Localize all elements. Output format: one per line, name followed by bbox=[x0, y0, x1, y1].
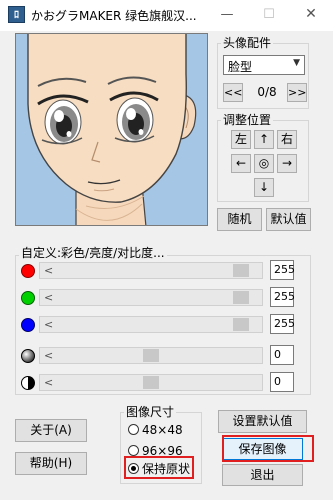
random-button[interactable]: 随机 bbox=[217, 208, 262, 231]
close-button[interactable]: ✕ bbox=[289, 0, 333, 31]
highlight-save-image bbox=[222, 435, 314, 462]
move-right-button[interactable]: → bbox=[277, 154, 297, 173]
slider-left-arrow-icon: < bbox=[44, 318, 54, 331]
image-size-title: 图像尺寸 bbox=[124, 405, 177, 419]
blue-slider[interactable]: < bbox=[39, 316, 263, 333]
minimize-button[interactable]: — bbox=[205, 0, 249, 31]
title-bar[interactable]: ﾛ かおグラMAKER 绿色旗舰汉... — ☐ ✕ bbox=[0, 0, 333, 31]
face-illustration bbox=[16, 34, 207, 225]
move-up-button[interactable]: ↑ bbox=[254, 130, 274, 149]
next-part-button[interactable]: >> bbox=[287, 83, 307, 102]
parts-counter: 0/8 bbox=[257, 85, 277, 99]
default-button[interactable]: 默认值 bbox=[266, 208, 311, 231]
parts-select-value: 脸型 bbox=[228, 60, 253, 74]
help-button[interactable]: 帮助(H) bbox=[15, 452, 87, 475]
blue-value[interactable]: 255 bbox=[270, 314, 295, 334]
radio-icon bbox=[128, 424, 139, 435]
about-button[interactable]: 关于(A) bbox=[15, 419, 87, 442]
radio-icon bbox=[128, 445, 139, 456]
exit-button[interactable]: 退出 bbox=[222, 464, 303, 486]
brightness-icon bbox=[21, 349, 35, 363]
brightness-value[interactable]: 0 bbox=[270, 345, 294, 365]
green-slider[interactable]: < bbox=[39, 289, 263, 306]
red-slider-thumb[interactable] bbox=[233, 264, 249, 277]
turn-right-button[interactable]: 右 bbox=[277, 130, 297, 149]
app-icon: ﾛ bbox=[8, 6, 25, 23]
green-slider-thumb[interactable] bbox=[233, 291, 249, 304]
chevron-down-icon: ▼ bbox=[293, 58, 300, 68]
maximize-button: ☐ bbox=[263, 7, 275, 22]
red-swatch-icon bbox=[21, 264, 35, 278]
prev-part-button[interactable]: << bbox=[223, 83, 243, 102]
size-option-48-label: 48×48 bbox=[142, 423, 183, 437]
parts-select[interactable]: 脸型 ▼ bbox=[223, 55, 305, 75]
parts-title: 头像配件 bbox=[221, 36, 274, 50]
blue-slider-thumb[interactable] bbox=[233, 318, 249, 331]
position-title: 调整位置 bbox=[221, 113, 274, 127]
slider-left-arrow-icon: < bbox=[44, 291, 54, 304]
slider-left-arrow-icon: < bbox=[44, 376, 54, 389]
red-slider[interactable]: < bbox=[39, 262, 263, 279]
red-value[interactable]: 255 bbox=[270, 260, 295, 280]
brightness-slider-thumb[interactable] bbox=[143, 349, 159, 362]
contrast-slider[interactable]: < bbox=[39, 374, 263, 391]
move-left-button[interactable]: ← bbox=[231, 154, 251, 173]
contrast-icon bbox=[21, 376, 35, 390]
slider-left-arrow-icon: < bbox=[44, 264, 54, 277]
green-value[interactable]: 255 bbox=[270, 287, 295, 307]
adjust-title: 自定义:彩色/亮度/对比度... bbox=[19, 246, 167, 260]
center-button[interactable]: ◎ bbox=[254, 154, 274, 173]
contrast-slider-thumb[interactable] bbox=[143, 376, 159, 389]
highlight-keep-original bbox=[124, 456, 194, 479]
size-option-48[interactable]: 48×48 bbox=[128, 423, 183, 437]
contrast-value[interactable]: 0 bbox=[270, 372, 294, 392]
turn-left-button[interactable]: 左 bbox=[231, 130, 251, 149]
green-swatch-icon bbox=[21, 291, 35, 305]
move-down-button[interactable]: ↓ bbox=[254, 178, 274, 197]
dialog-client: 头像配件 脸型 ▼ << 0/8 >> 调整位置 左 ↑ 右 ← ◎ → ↓ 随… bbox=[0, 31, 333, 500]
slider-left-arrow-icon: < bbox=[44, 349, 54, 362]
blue-swatch-icon bbox=[21, 318, 35, 332]
face-preview bbox=[15, 33, 208, 226]
window-title: かおグラMAKER 绿色旗舰汉... bbox=[31, 9, 197, 23]
set-default-button[interactable]: 设置默认值 bbox=[218, 410, 307, 433]
brightness-slider[interactable]: < bbox=[39, 347, 263, 364]
